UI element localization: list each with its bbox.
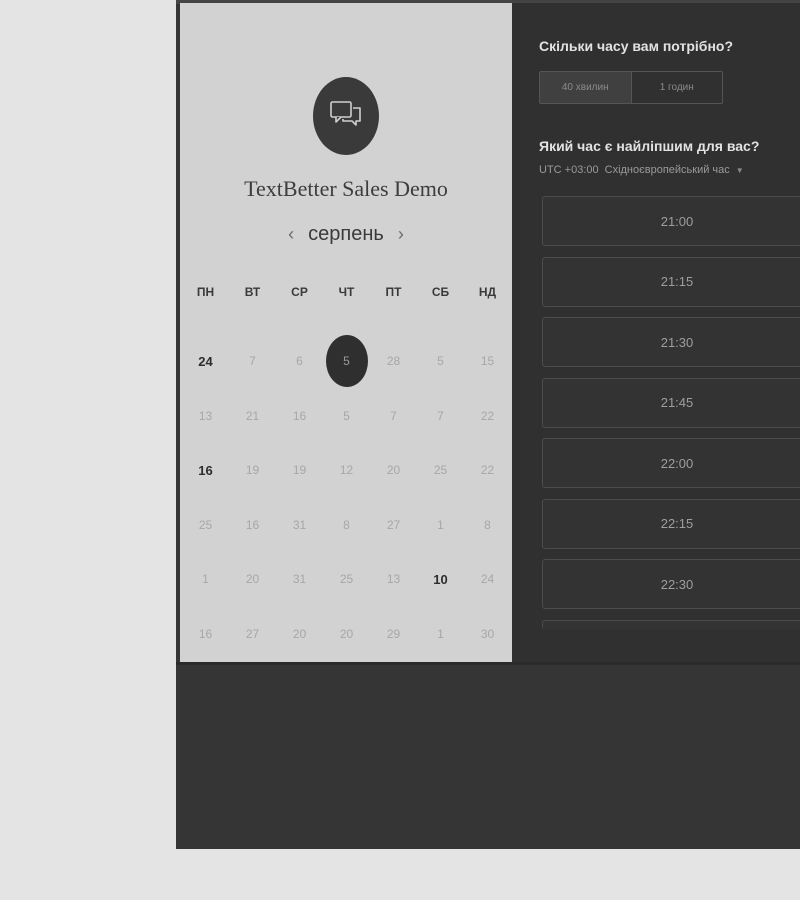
selected-day-label: 5 [325, 335, 368, 388]
duration-toggle: 40 хвилин 1 годин [539, 71, 723, 104]
calendar-day[interactable]: 16 [182, 443, 229, 498]
timezone-name: Східноєвропейський час [604, 164, 730, 176]
company-name: TextBetter Sales Demo [244, 176, 448, 201]
calendar-day[interactable]: 28 [370, 334, 417, 389]
calendar-day[interactable]: 24 [464, 552, 511, 607]
month-label: серпень [308, 222, 384, 245]
calendar-day[interactable]: 20 [276, 607, 323, 662]
calendar-day[interactable]: 1 [182, 552, 229, 607]
calendar-day[interactable]: 5 [417, 334, 464, 389]
weekday-header: ПН [196, 285, 215, 299]
time-slot[interactable]: 21:15 [542, 256, 800, 307]
time-slot[interactable]: 21:45 [542, 377, 800, 428]
calendar-day[interactable]: 16 [276, 389, 323, 444]
weekday-header: ПТ [385, 285, 402, 299]
weekday-header: ВТ [244, 285, 261, 299]
month-navigation: ‹ серпень › [180, 220, 512, 248]
time-slot-list: 21:00 21:15 21:30 21:45 22:00 22:15 22:30 [542, 196, 800, 639]
calendar-day[interactable]: 31 [276, 552, 323, 607]
chevron-left-icon[interactable]: ‹ [288, 224, 294, 245]
calendar-day[interactable]: 24 [182, 334, 229, 389]
weekday-header: ЧТ [338, 285, 355, 299]
calendar-day[interactable]: 22 [464, 389, 511, 444]
calendar-day[interactable]: 13 [370, 552, 417, 607]
time-slot-partial[interactable] [542, 619, 800, 629]
weekday-header: СР [291, 285, 308, 299]
calendar-grid: ПН ВТ СР ЧТ ПТ СБ НД 24 7 6 5 28 5 15 13 21 16 5 7 7 22 16 19 1… [182, 270, 508, 661]
calendar-day[interactable]: 8 [323, 498, 370, 553]
calendar-day[interactable]: 31 [276, 498, 323, 553]
weekday-spacer [182, 314, 511, 334]
calendar-day[interactable]: 6 [276, 334, 323, 389]
duration-question: Скільки часу вам потрібно? [539, 38, 734, 54]
time-question: Який час є найліпшим для вас? [539, 138, 760, 154]
time-slot[interactable]: 22:00 [542, 438, 800, 488]
calendar-day[interactable]: 8 [464, 498, 511, 553]
company-logo [313, 77, 379, 155]
calendar-day[interactable]: 19 [229, 443, 276, 498]
calendar-day[interactable]: 20 [323, 607, 370, 662]
calendar-day[interactable]: 25 [417, 443, 464, 498]
calendar-day[interactable]: 13 [182, 389, 229, 444]
timezone-utc: UTC +03:00 [539, 164, 599, 176]
calendar-day[interactable]: 30 [464, 607, 511, 662]
calendar-day[interactable]: 27 [370, 498, 417, 553]
calendar-day[interactable]: 21 [229, 389, 276, 444]
calendar-day[interactable]: 29 [370, 607, 417, 662]
time-slot[interactable]: 22:15 [542, 498, 800, 549]
calendar-day[interactable]: 5 [323, 389, 370, 444]
calendar-day[interactable]: 15 [464, 334, 511, 389]
time-slot[interactable]: 22:30 [542, 559, 800, 609]
calendar-day[interactable]: 19 [276, 443, 323, 498]
weekday-header: НД [478, 285, 497, 299]
calendar-day[interactable]: 20 [370, 443, 417, 498]
calendar-day[interactable]: 16 [182, 607, 229, 662]
calendar-day[interactable]: 7 [417, 389, 464, 444]
calendar-day[interactable]: 25 [182, 498, 229, 553]
calendar-day[interactable]: 25 [323, 552, 370, 607]
calendar-day[interactable]: 22 [464, 443, 511, 498]
calendar-day[interactable]: 7 [370, 389, 417, 444]
calendar-day[interactable]: 27 [229, 607, 276, 662]
calendar-day[interactable]: 10 [417, 552, 464, 607]
duration-option-40min[interactable]: 40 хвилин [540, 72, 632, 103]
time-slot[interactable]: 21:00 [542, 196, 800, 246]
calendar-day[interactable]: 7 [229, 334, 276, 389]
calendar-day[interactable]: 20 [229, 552, 276, 607]
calendar-day[interactable]: 16 [229, 498, 276, 553]
booking-options-panel: Скільки часу вам потрібно? 40 хвилин 1 г… [512, 3, 800, 662]
chat-bubbles-icon [329, 99, 363, 134]
chevron-right-icon[interactable]: › [398, 224, 404, 245]
timezone-select[interactable]: UTC +03:00 Східноєвропейський час ▼ [539, 164, 744, 176]
duration-option-1hour[interactable]: 1 годин [632, 72, 723, 103]
calendar-panel: TextBetter Sales Demo ‹ серпень › ПН ВТ СР… [180, 3, 512, 662]
time-slot[interactable]: 21:30 [542, 317, 800, 367]
weekday-header: СБ [431, 285, 450, 299]
calendar-day-selected[interactable]: 5 [323, 334, 370, 389]
calendar-day[interactable]: 1 [417, 498, 464, 553]
panel-divider [176, 662, 800, 665]
calendar-day[interactable]: 1 [417, 607, 464, 662]
caret-down-icon: ▼ [735, 165, 744, 175]
calendar-day[interactable]: 12 [323, 443, 370, 498]
